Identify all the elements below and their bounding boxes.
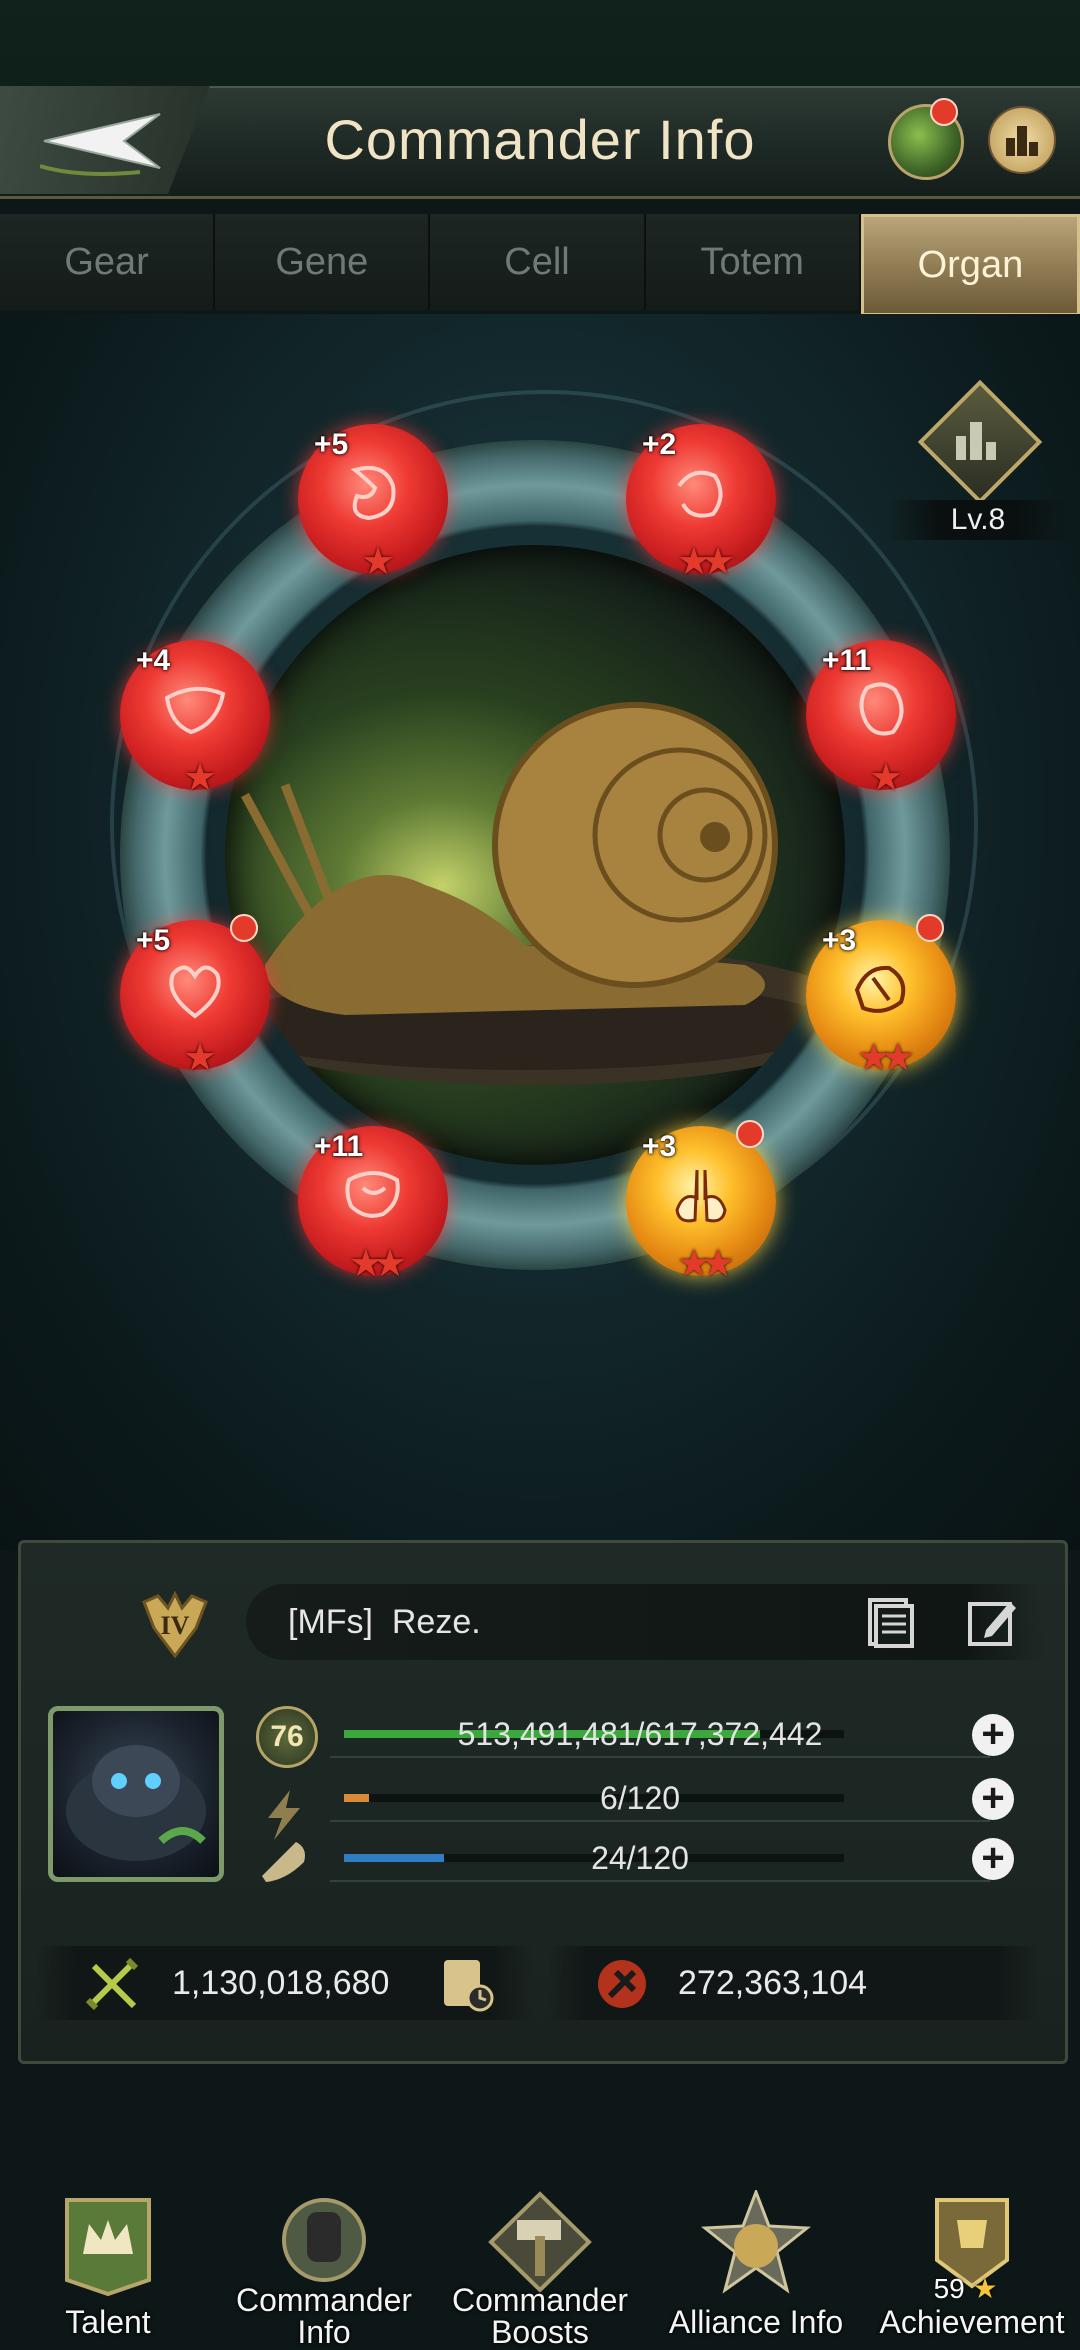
organ-bonus: +5: [314, 428, 349, 461]
talent-crown-icon: [65, 2198, 151, 2297]
commander-portrait: [66, 1745, 206, 1861]
organ-stomach-icon: [350, 466, 396, 521]
crossed-swords-icon: [85, 1957, 139, 2011]
organ-liver-icon: [164, 686, 226, 735]
organ-bonus: +11: [314, 1130, 364, 1163]
tab-gene[interactable]: Gene: [215, 214, 431, 310]
nav-label: Commander Info: [235, 2282, 413, 2350]
nav-commander-boosts[interactable]: Commander Boosts: [432, 2180, 648, 2348]
add-exp-button[interactable]: +: [972, 1714, 1014, 1756]
power-value: 1,130,018,680: [172, 1964, 390, 2002]
organ-slot-upper-right[interactable]: +11 ★: [806, 640, 956, 798]
notification-dot: [930, 98, 958, 126]
nav-alliance-info[interactable]: Alliance Info: [648, 2180, 864, 2340]
notification-dot: [736, 1120, 764, 1148]
nav-label: Achievement: [879, 2304, 1065, 2340]
organ-level-badge[interactable]: [910, 379, 1043, 518]
divider: [330, 1756, 990, 1758]
energy-row: 24/120: [330, 1836, 990, 1882]
tab-bar: Gear Gene Cell Totem Organ: [0, 214, 1080, 316]
organ-slot-mid-right[interactable]: +3 ★★: [806, 914, 956, 1078]
notification-dot: [230, 914, 258, 942]
organ-lungs-icon: [675, 1169, 727, 1223]
notification-dot: [916, 914, 944, 942]
nav-label: Alliance Info: [668, 2304, 844, 2340]
organ-slot-bottom-right[interactable]: +3 ★★: [626, 1120, 776, 1284]
kills-box: 272,363,104: [548, 1946, 1038, 2020]
back-arrow-icon: [40, 113, 161, 176]
organ-bonus: +3: [642, 1130, 677, 1163]
organ-bonus: +5: [136, 924, 171, 957]
commander-name: [MFs] Reze.: [288, 1603, 481, 1641]
page-title: Commander Info: [324, 108, 756, 171]
tab-cell[interactable]: Cell: [430, 214, 646, 310]
nav-label: Commander Boosts: [451, 2282, 629, 2350]
organ-intestine-icon: [345, 1171, 400, 1218]
achievement-count: 59 ★: [934, 2272, 998, 2305]
add-stamina-button[interactable]: +: [972, 1778, 1014, 1820]
ranking-button[interactable]: [988, 106, 1056, 174]
kills-value: 272,363,104: [678, 1964, 868, 2002]
organ-spleen-icon: [854, 965, 906, 1013]
bottom-nav: Talent Commander Info Commander Boosts A…: [0, 2180, 1080, 2348]
status-strip: [0, 0, 1080, 86]
power-box: 1,130,018,680: [36, 1946, 532, 2020]
commander-snail-image: [225, 545, 845, 1165]
scroll-clock-icon[interactable]: [436, 1954, 496, 2014]
organ-slot-upper-left[interactable]: +4 ★: [120, 640, 270, 798]
organ-slot-mid-left[interactable]: +5 ★: [120, 914, 270, 1078]
organ-slot-top-right[interactable]: +2 ★★: [626, 424, 776, 582]
stamina-value: 6/120: [599, 1780, 681, 1816]
alliance-star-icon: [701, 2190, 811, 2294]
organ-stars: ★: [360, 541, 395, 583]
organ-stars: ★★: [348, 1243, 407, 1285]
organ-stars: ★: [868, 757, 903, 799]
notes-icon[interactable]: [862, 1594, 918, 1650]
nav-talent[interactable]: Talent: [0, 2180, 216, 2340]
nav-commander-info[interactable]: Commander Info: [216, 2180, 432, 2348]
organ-stars: ★: [182, 757, 217, 799]
star-icon: ★: [972, 2273, 998, 2304]
organ-stars: ★★: [676, 1243, 735, 1285]
organ-bonus: +11: [822, 644, 872, 677]
organ-stars: ★★: [856, 1037, 915, 1079]
organ-bonus: +2: [642, 428, 677, 461]
energy-value: 24/120: [591, 1840, 689, 1876]
tab-totem[interactable]: Totem: [645, 214, 861, 310]
divider: [330, 1820, 990, 1822]
organ-level-text: Lv.8: [888, 500, 1068, 540]
stamina-row: 6/120: [330, 1776, 990, 1822]
organ-kidney-icon: [677, 470, 723, 518]
exp-row: 513,491,481/617,372,442: [330, 1712, 990, 1758]
commander-level: 76: [256, 1706, 318, 1768]
achievement-count-value: 59: [933, 2273, 965, 2304]
organ-slot-top-left[interactable]: +5 ★: [298, 424, 448, 582]
tab-organ[interactable]: Organ: [860, 214, 1080, 316]
edit-icon[interactable]: [964, 1594, 1020, 1650]
organ-bladder-icon: [859, 682, 904, 736]
ranking-icon: [956, 422, 996, 460]
divider: [330, 1880, 990, 1882]
organ-slot-bottom-left[interactable]: +11 ★★: [298, 1126, 448, 1284]
organ-bonus: +3: [822, 924, 857, 957]
nav-label: Talent: [65, 2304, 151, 2340]
exp-value: 513,491,481/617,372,442: [457, 1716, 823, 1752]
avatar[interactable]: [48, 1706, 224, 1882]
organ-stars: ★: [182, 1037, 217, 1079]
add-energy-button[interactable]: +: [972, 1838, 1014, 1880]
kills-icon: [598, 1960, 646, 2008]
nav-achievement[interactable]: 59 ★ Achievement: [864, 2180, 1080, 2340]
organ-stars: ★★: [676, 541, 735, 583]
rank-emblem-text: IV: [161, 1611, 190, 1640]
tab-gear[interactable]: Gear: [0, 214, 216, 310]
organ-bonus: +4: [136, 644, 171, 677]
rank-emblem-icon: IV: [142, 1590, 208, 1659]
ranking-icon: [1006, 126, 1038, 156]
energy-horn-icon: [262, 1842, 305, 1882]
organ-heart-icon: [169, 965, 221, 1019]
